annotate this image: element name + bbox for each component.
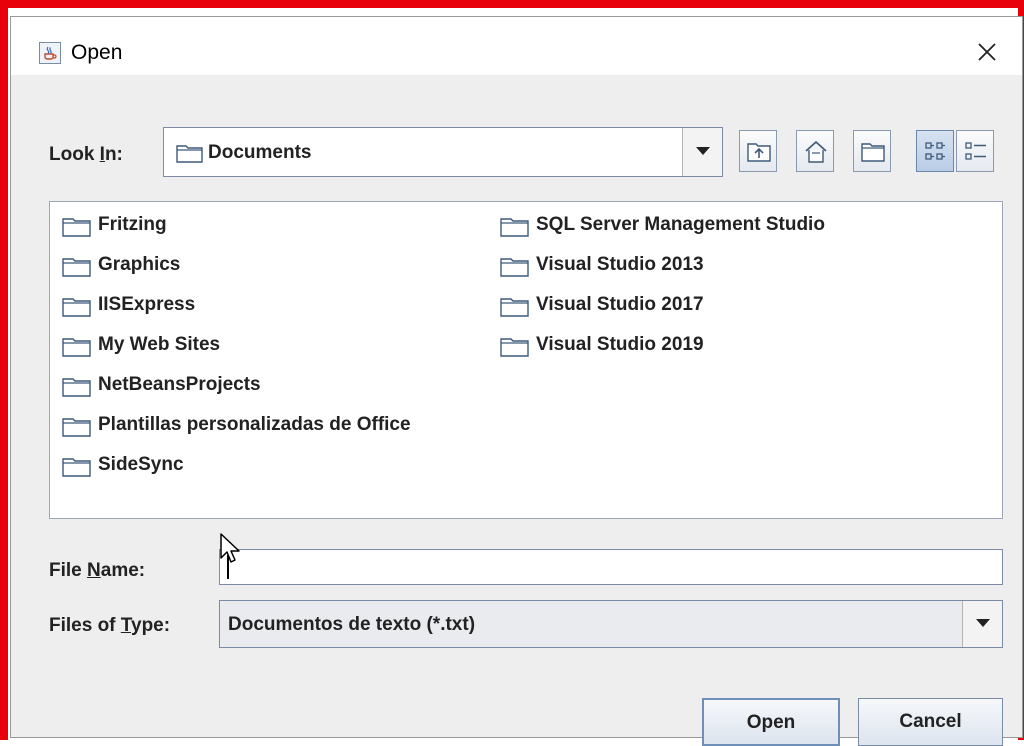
file-type-dropdown-button[interactable]	[962, 601, 1002, 647]
folder-icon	[176, 145, 203, 163]
look-in-dropdown-button[interactable]	[682, 128, 722, 176]
folder-icon	[500, 298, 529, 317]
item-label: NetBeansProjects	[98, 374, 261, 395]
chevron-down-icon	[976, 619, 990, 627]
folder-icon	[62, 218, 91, 237]
item-label: SideSync	[98, 454, 184, 475]
look-in-combo[interactable]: Documents	[163, 127, 723, 177]
file-type-label: Files of Type:	[49, 615, 171, 636]
open-button[interactable]: Open	[702, 698, 840, 746]
item-label: Graphics	[98, 254, 181, 275]
java-cup-icon	[39, 42, 61, 64]
details-view-icon	[965, 142, 986, 160]
folder-icon	[62, 458, 91, 477]
file-name-label: File Name:	[49, 560, 146, 581]
up-one-level-button[interactable]	[739, 130, 777, 172]
file-type-combo[interactable]: Documentos de texto (*.txt)	[219, 600, 1003, 648]
new-folder-icon	[861, 143, 885, 162]
list-view-icon	[925, 142, 945, 160]
folder-icon	[62, 338, 91, 357]
file-list[interactable]: Fritzing Graphics IISExpress My Web Site…	[49, 201, 1003, 519]
chevron-down-icon	[696, 147, 710, 155]
details-view-button[interactable]	[956, 130, 994, 172]
item-label: Visual Studio 2017	[536, 294, 704, 315]
mouse-cursor-icon	[220, 533, 240, 563]
list-view-button[interactable]	[916, 130, 954, 172]
close-button[interactable]	[972, 37, 1002, 67]
folder-icon	[500, 338, 529, 357]
new-folder-button[interactable]	[853, 130, 891, 172]
folder-icon	[62, 378, 91, 397]
close-icon	[978, 43, 996, 61]
file-name-input[interactable]	[219, 549, 1003, 585]
folder-icon	[500, 258, 529, 277]
item-label: IISExpress	[98, 294, 196, 315]
up-one-level-icon	[747, 143, 771, 162]
cancel-button[interactable]: Cancel	[858, 698, 1003, 746]
item-label: Visual Studio 2013	[536, 254, 704, 275]
home-icon	[805, 140, 827, 163]
item-label: SQL Server Management Studio	[536, 214, 825, 235]
item-label: My Web Sites	[98, 334, 221, 355]
dialog-content: Look In: Documents Fritzing Graphics IIS…	[11, 75, 1022, 746]
home-button[interactable]	[796, 130, 834, 172]
file-type-value: Documentos de texto (*.txt)	[228, 614, 476, 635]
look-in-label: Look In:	[49, 144, 123, 165]
folder-icon	[500, 218, 529, 237]
look-in-value: Documents	[208, 142, 312, 163]
item-label: Plantillas personalizadas de Office	[98, 414, 411, 435]
item-label: Fritzing	[98, 214, 167, 235]
window-title: Open	[71, 41, 123, 64]
open-dialog: Open Look In: Documents Fritzing Graphic…	[10, 16, 1023, 746]
title-bar[interactable]: Open	[11, 17, 1022, 75]
folder-icon	[62, 418, 91, 437]
item-label: Visual Studio 2019	[536, 334, 704, 355]
folder-icon	[62, 298, 91, 317]
folder-icon	[62, 258, 91, 277]
